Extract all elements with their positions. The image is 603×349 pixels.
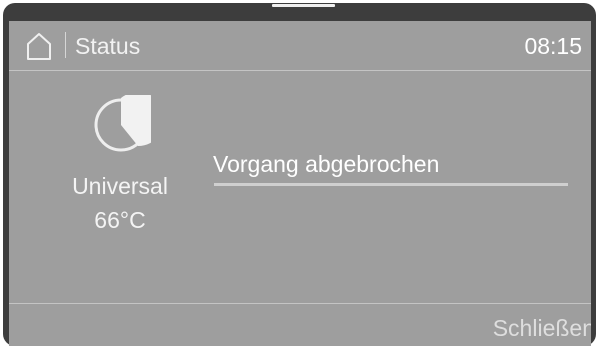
clock-time: 08:15 [524, 33, 582, 59]
header-divider [65, 32, 66, 58]
display-screen: Status 08:15 Universal 66°C Vorgang abge… [9, 21, 591, 346]
close-button[interactable]: Schließen [493, 314, 591, 342]
top-notch-indicator [272, 4, 335, 7]
page-title: Status [75, 33, 141, 59]
home-icon[interactable] [26, 32, 52, 60]
status-message: Vorgang abgebrochen [213, 151, 440, 177]
program-pie-icon [94, 95, 151, 152]
status-underline [214, 183, 568, 186]
status-header: Status 08:15 [9, 21, 591, 71]
program-name: Universal [72, 173, 168, 199]
device-bezel: Status 08:15 Universal 66°C Vorgang abge… [3, 3, 596, 346]
footer-divider [9, 303, 591, 304]
program-temperature: 66°C [94, 207, 146, 233]
